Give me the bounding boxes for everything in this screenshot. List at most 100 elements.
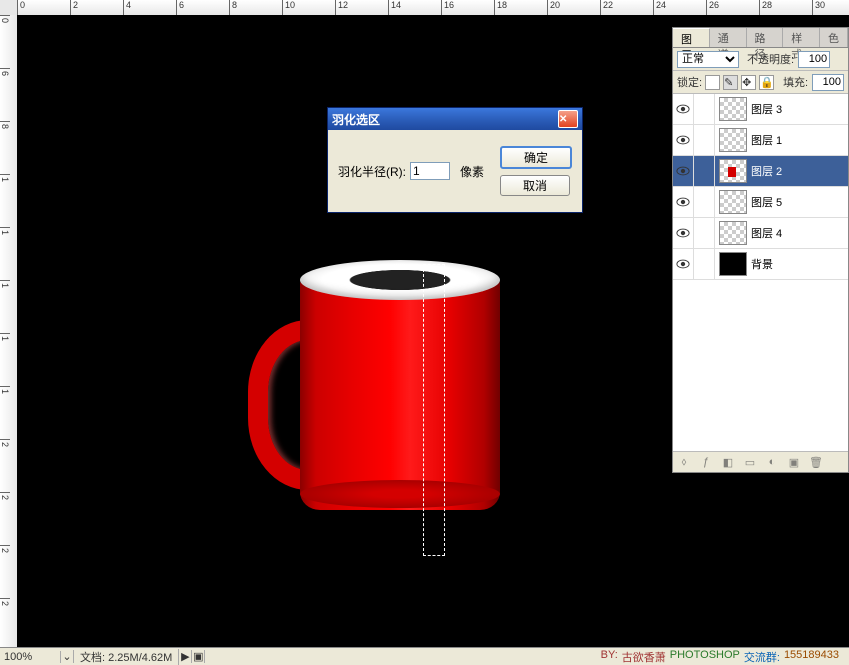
tab-通道[interactable]: 通道 [710,28,747,47]
link-cell[interactable] [694,94,715,124]
vertical-ruler[interactable]: 068111112222 [0,15,18,648]
tab-路径[interactable]: 路径 [747,28,784,47]
blend-mode-select[interactable]: 正常 [677,51,739,68]
ruler-tick: 2 [0,439,10,492]
status-bar: 100% ⌄ 文档: 2.25M/4.62M ▶ ▣ BY: 古欲香萧 PHOT… [0,647,849,665]
ruler-tick: 16 [441,0,494,15]
ruler-tick: 2 [70,0,123,15]
zoom-display[interactable]: 100% [0,651,61,663]
lock-pixels-icon[interactable]: ✎ [723,75,738,90]
layer-thumbnail[interactable] [719,128,747,152]
ruler-tick: 6 [176,0,229,15]
ruler-tick: 1 [0,386,10,439]
lock-position-icon[interactable]: ✥ [741,75,756,90]
mug-bottom [300,480,500,508]
tab-图层[interactable]: 图层 [673,28,710,47]
link-cell[interactable] [694,249,715,279]
layer-name[interactable]: 图层 4 [751,225,848,241]
fill-input[interactable] [812,74,844,91]
ruler-tick: 2 [0,492,10,545]
layer-row[interactable]: 图层 2 [673,156,848,187]
link-cell[interactable] [694,125,715,155]
layer-thumbnail[interactable] [719,252,747,276]
doc-size[interactable]: 文档: 2.25M/4.62M [74,649,179,665]
doc-label: 文档: [80,652,105,664]
ruler-tick: 0 [0,15,10,68]
layers-list[interactable]: 图层 3 图层 1 图层 2 图层 5 图层 4 背景 [673,94,848,451]
opacity-input[interactable] [798,51,830,68]
visibility-toggle[interactable] [673,156,694,186]
visibility-toggle[interactable] [673,125,694,155]
tab-样式[interactable]: 样式 [783,28,820,47]
lock-label: 锁定: [677,74,702,90]
ruler-tick: 22 [600,0,653,15]
new-group-icon[interactable]: ▭ [743,455,757,469]
radius-field-group: 羽化半径(R): 像素 [338,162,484,180]
layer-name[interactable]: 背景 [751,256,848,272]
ok-button[interactable]: 确定 [500,146,572,169]
opacity-label: 不透明度: [747,51,794,67]
ruler-tick: 10 [282,0,335,15]
ruler-tick: 18 [494,0,547,15]
layer-name[interactable]: 图层 3 [751,101,848,117]
adjustment-layer-icon[interactable]: ◐ [765,455,779,469]
ruler-tick: 26 [706,0,759,15]
delete-layer-icon[interactable]: 🗑 [809,455,823,469]
ruler-tick: 6 [0,68,10,121]
link-cell[interactable] [694,156,715,186]
dialog-body: 羽化半径(R): 像素 确定 取消 [328,130,582,212]
layer-thumbnail[interactable] [719,221,747,245]
lock-all-icon[interactable]: 🔒 [759,75,774,90]
credit-app: PHOTOSHOP [670,649,740,665]
doc-menu-icon-2[interactable]: ▣ [192,650,205,663]
dialog-titlebar[interactable]: 羽化选区 ✕ [328,108,582,130]
layer-thumbnail[interactable] [719,159,747,183]
doc-menu-icon[interactable]: ▶ [179,650,192,663]
dialog-close-button[interactable]: ✕ [558,110,578,128]
panel-footer: ⬨ ƒ ◧ ▭ ◐ ▣ 🗑 [673,451,848,472]
ruler-tick: 1 [0,174,10,227]
ruler-origin[interactable] [0,0,18,16]
ruler-tick: 4 [123,0,176,15]
visibility-toggle[interactable] [673,94,694,124]
layer-row[interactable]: 图层 1 [673,125,848,156]
credit-name: 古欲香萧 [622,649,666,665]
feather-dialog: 羽化选区 ✕ 羽化半径(R): 像素 确定 取消 [327,107,583,213]
layer-row[interactable]: 图层 5 [673,187,848,218]
ruler-tick: 30 [812,0,849,15]
radius-input[interactable] [410,162,450,180]
link-cell[interactable] [694,187,715,217]
visibility-toggle[interactable] [673,249,694,279]
layer-mask-icon[interactable]: ◧ [721,455,735,469]
visibility-toggle[interactable] [673,218,694,248]
ruler-tick: 1 [0,227,10,280]
zoom-menu-icon[interactable]: ⌄ [61,650,74,663]
horizontal-ruler[interactable]: 024681012141618202224262830 [17,0,849,16]
photoshop-window: 024681012141618202224262830 068111112222… [0,0,849,665]
ruler-tick: 1 [0,333,10,386]
layer-thumbnail[interactable] [719,97,747,121]
layer-name[interactable]: 图层 1 [751,132,848,148]
lock-transparency-icon[interactable] [705,75,720,90]
link-layers-icon[interactable]: ⬨ [677,455,691,469]
credit-text: BY: 古欲香萧 PHOTOSHOP 交流群: 155189433 [601,649,849,665]
link-cell[interactable] [694,218,715,248]
tab-色[interactable]: 色 [820,28,848,47]
layer-row[interactable]: 图层 3 [673,94,848,125]
dialog-title-text: 羽化选区 [332,111,558,128]
selection-marquee[interactable] [423,264,445,556]
layer-name[interactable]: 图层 2 [751,163,848,179]
layer-thumbnail[interactable] [719,190,747,214]
ruler-tick: 1 [0,280,10,333]
layer-row[interactable]: 图层 4 [673,218,848,249]
layer-style-icon[interactable]: ƒ [699,455,713,469]
cancel-button[interactable]: 取消 [500,175,570,196]
ruler-tick: 2 [0,545,10,598]
panel-tabs: 图层通道路径样式色 [673,28,848,48]
new-layer-icon[interactable]: ▣ [787,455,801,469]
mug-artwork [245,260,505,540]
layer-row[interactable]: 背景 [673,249,848,280]
lock-fill-row: 锁定: ✎ ✥ 🔒 填充: [673,71,848,94]
layer-name[interactable]: 图层 5 [751,194,848,210]
visibility-toggle[interactable] [673,187,694,217]
